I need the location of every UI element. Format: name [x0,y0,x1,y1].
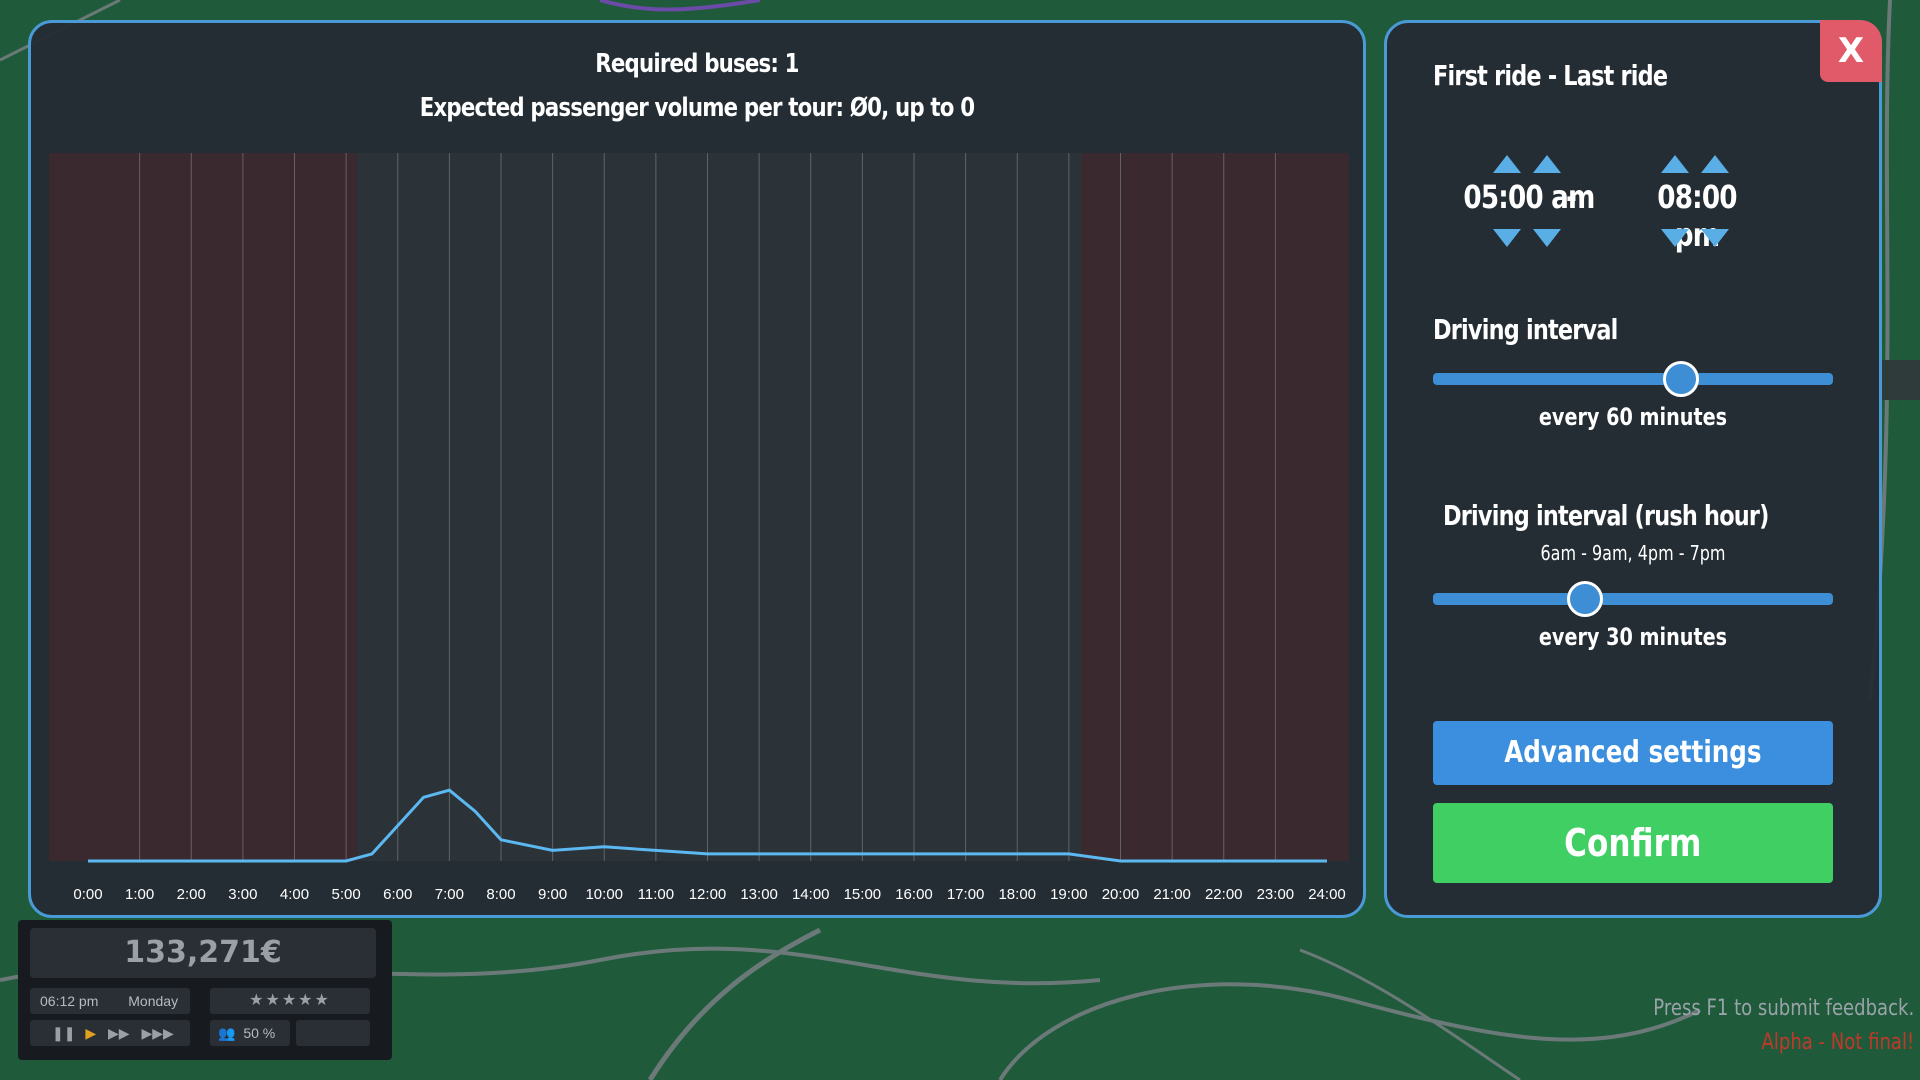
x-tick-label: 7:00 [435,886,464,903]
last-ride-hour-up-arrow[interactable] [1661,155,1689,173]
last-ride-minute-down-arrow[interactable] [1701,229,1729,247]
x-tick-label: 24:00 [1308,886,1346,903]
x-tick-label: 9:00 [538,886,567,903]
game-clock: 06:12 pm Monday [30,988,190,1014]
x-tick-label: 0:00 [73,886,102,903]
first-ride-minute-up-arrow[interactable] [1533,155,1561,173]
x-tick-label: 16:00 [895,886,933,903]
pause-icon[interactable]: ❚❚ [52,1025,75,1041]
x-tick-label: 2:00 [177,886,206,903]
fastest-forward-icon[interactable]: ▶▶▶ [141,1025,173,1041]
x-tick-label: 13:00 [740,886,778,903]
people-icon: 👥 [218,1025,236,1041]
confirm-button[interactable]: Confirm [1433,803,1833,883]
driving-interval-title: Driving interval [1433,313,1618,346]
feedback-hint: Press F1 to submit feedback. [1653,996,1914,1021]
x-tick-label: 6:00 [383,886,412,903]
x-tick-label: 4:00 [280,886,309,903]
x-tick-label: 22:00 [1205,886,1243,903]
fast-forward-icon[interactable]: ▶▶ [108,1025,130,1041]
inactive-hours-region [49,153,358,861]
x-tick-label: 21:00 [1153,886,1191,903]
x-tick-label: 20:00 [1102,886,1140,903]
first-last-ride-title: First ride - Last ride [1433,59,1668,92]
driving-interval-value: every 60 minutes [1538,403,1728,431]
rating-stars: ★★★★★ [210,988,370,1014]
x-tick-label: 18:00 [998,886,1036,903]
advanced-settings-button[interactable]: Advanced settings [1433,721,1833,785]
last-ride-minute-up-arrow[interactable] [1701,155,1729,173]
inactive-hours-region [1081,153,1349,861]
x-tick-label: 15:00 [844,886,882,903]
driving-interval-slider-handle[interactable] [1663,361,1699,397]
first-ride-minute-down-arrow[interactable] [1533,229,1561,247]
x-tick-label: 1:00 [125,886,154,903]
rush-hour-interval-value: every 30 minutes [1538,623,1728,651]
x-tick-label: 11:00 [638,886,674,903]
x-tick-label: 14:00 [792,886,830,903]
alpha-notice: Alpha - Not final! [1761,1030,1914,1055]
line-settings-panel: First ride - Last ride 05:00 am - 08:00 … [1384,20,1882,918]
driving-interval-slider[interactable] [1433,361,1833,397]
hud-extra-indicator [296,1020,370,1046]
money-balance: 133,271€ [30,928,376,978]
passenger-volume-chart: 0:00 1:00 2:00 3:00 4:00 5:00 6:00 7:00 8:00 9:00… [49,153,1349,903]
confirm-label: Confirm [1564,821,1702,865]
rush-hour-interval-slider[interactable] [1433,581,1833,617]
game-hud: 133,271€ 06:12 pm Monday ★★★★★ ❚❚ ▶ ▶▶ ▶… [18,920,392,1060]
rush-hour-interval-slider-handle[interactable] [1567,581,1603,617]
advanced-settings-label: Advanced settings [1504,735,1762,770]
x-tick-label: 17:00 [947,886,985,903]
x-tick-label: 5:00 [332,886,361,903]
play-icon[interactable]: ▶ [85,1025,96,1041]
first-ride-hour-down-arrow[interactable] [1493,229,1521,247]
last-ride-hour-down-arrow[interactable] [1661,229,1689,247]
x-tick-label: 8:00 [486,886,515,903]
rush-hour-times: 6am - 9am, 4pm - 7pm [1540,541,1726,565]
rush-hour-interval-title: Driving interval (rush hour) [1443,499,1769,532]
x-tick-label: 23:00 [1257,886,1295,903]
x-tick-label: 3:00 [228,886,257,903]
close-button[interactable]: X [1820,20,1882,82]
x-tick-label: 12:00 [689,886,727,903]
passenger-percent: 50 % [243,1025,276,1041]
passenger-satisfaction: 👥 50 % [210,1020,290,1046]
game-day: Monday [128,993,179,1009]
speed-controls: ❚❚ ▶ ▶▶ ▶▶▶ [30,1020,190,1046]
game-time: 06:12 pm [40,993,99,1009]
time-range-separator: - [1565,178,1577,216]
x-tick-label: 10:00 [585,886,623,903]
last-ride-time: 08:00 pm [1657,178,1737,254]
first-ride-hour-up-arrow[interactable] [1493,155,1521,173]
x-tick-label: 19:00 [1050,886,1088,903]
schedule-chart-panel: Required buses: 1 Expected passenger vol… [28,20,1366,918]
